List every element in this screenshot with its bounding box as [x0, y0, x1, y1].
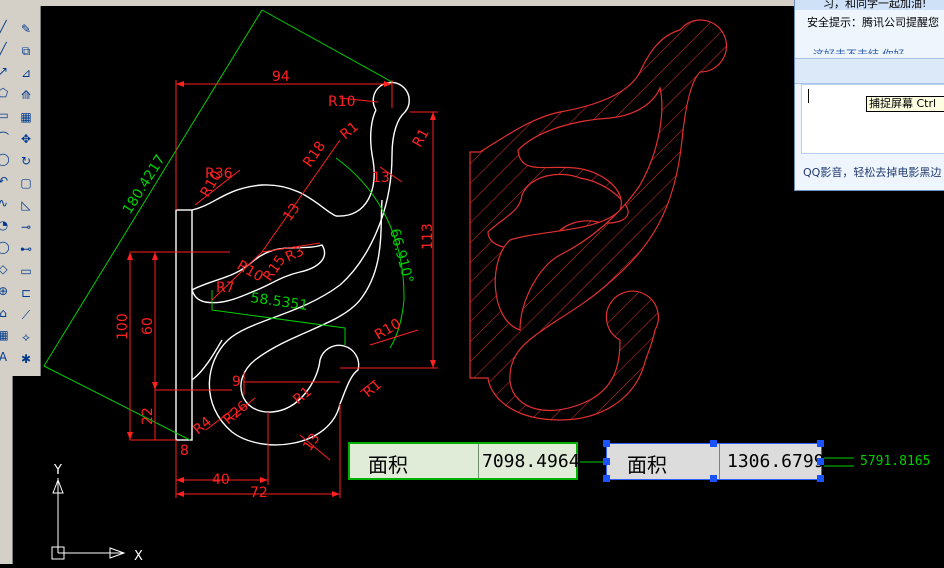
dim-100: 100	[115, 313, 131, 340]
dim-40: 40	[212, 472, 230, 488]
draw-tool-2-icon[interactable]: ↗	[0, 62, 10, 80]
grip-handle[interactable]	[603, 440, 610, 447]
grip-handle[interactable]	[817, 458, 824, 465]
area-value-1: 7098.4964	[482, 451, 580, 472]
grip-handle[interactable]	[817, 440, 824, 447]
area-label-2: 面积	[627, 453, 667, 477]
break-icon[interactable]: ▭	[16, 262, 36, 280]
offset-icon[interactable]: ⟰	[16, 86, 36, 104]
screenshot-tooltip: 捕捉屏幕 Ctrl	[866, 96, 944, 112]
draw-tool-10-icon[interactable]: ◯	[0, 238, 10, 256]
dim-r7: R7	[216, 280, 235, 296]
ucs-x-label: X	[134, 549, 143, 564]
draw-tool-11-icon[interactable]: ◇	[0, 260, 10, 278]
area-label-1: 面积	[368, 453, 408, 477]
area-field-1[interactable]: 面积 7098.4964	[348, 442, 580, 480]
qq-ad-footer[interactable]: QQ影音，轻松去掉电影黑边	[803, 164, 941, 180]
qq-message-line: 习，和同学一起加油!	[823, 0, 927, 10]
dim-13-top: 13	[372, 170, 390, 186]
grip-handle[interactable]	[710, 475, 717, 482]
extend-icon[interactable]: ⊷	[16, 240, 36, 258]
stretch-icon[interactable]: ◺	[16, 196, 36, 214]
draw-tool-15-icon[interactable]: A	[0, 348, 10, 366]
grip-handle[interactable]	[817, 475, 824, 482]
dim-13-low: 13	[300, 431, 323, 455]
dim-r1-right: R1	[410, 126, 433, 150]
fillet-icon[interactable]: ⟡	[16, 328, 36, 346]
ucs-y-label: Y	[53, 463, 62, 478]
draw-tool-3-icon[interactable]: ⬠	[0, 84, 10, 102]
rotate-icon[interactable]: ↻	[16, 152, 36, 170]
draw-tool-7-icon[interactable]: ↶	[0, 172, 10, 190]
draw-tool-5-icon[interactable]: ⌒	[0, 128, 10, 146]
qq-input-box[interactable]	[801, 84, 944, 154]
draw-tool-6-icon[interactable]: ◯	[0, 150, 10, 168]
copy-icon[interactable]: ⧉	[16, 42, 36, 60]
dim-r1-low2: R1	[360, 377, 385, 401]
dim-aligned: 180.4217	[120, 152, 169, 217]
dim-r10-top: R10	[328, 94, 356, 110]
trim-icon[interactable]: ⊸	[16, 218, 36, 236]
dim-text: 94 R10 R1 R1 R18 13 13 113 R36 R10 R3 R1…	[115, 69, 436, 501]
dim-94: 94	[272, 69, 290, 85]
dim-113: 113	[420, 223, 436, 250]
dim-8: 8	[180, 443, 189, 459]
dim-9: 9	[232, 374, 241, 390]
result-value[interactable]: 5791.8165	[860, 454, 930, 469]
dim-22: 22	[140, 407, 156, 425]
grip-handle[interactable]	[710, 440, 717, 447]
green-dimensions	[43, 9, 405, 441]
draw-tool-1-icon[interactable]: ╱	[0, 40, 10, 58]
dim-r18: R18	[300, 139, 329, 171]
dim-72: 72	[250, 485, 268, 501]
erase-icon[interactable]: ✎	[16, 20, 36, 38]
qq-security-tip: 安全提示：腾讯公司提醒您	[807, 16, 939, 29]
dim-r4: R4	[190, 414, 215, 438]
draw-tool-4-icon[interactable]: ▭	[0, 106, 10, 124]
qq-info-line: 这好去不去结 你好	[813, 46, 905, 54]
grip-handle[interactable]	[603, 458, 610, 465]
chamfer-icon[interactable]: ⟋	[16, 306, 36, 324]
hatched-hook	[469, 19, 728, 421]
draw-tool-8-icon[interactable]: ∿	[0, 194, 10, 212]
draw-tool-9-icon[interactable]: ◔	[0, 216, 10, 234]
mirror-icon[interactable]: ⊿	[16, 64, 36, 82]
draw-tool-14-icon[interactable]: ▦	[0, 326, 10, 344]
explode-icon[interactable]: ✱	[16, 350, 36, 368]
break-at-point-icon[interactable]: ⊏	[16, 284, 36, 302]
draw-tool-0-icon[interactable]: ╱	[0, 18, 10, 36]
dim-r1-top: R1	[337, 119, 362, 143]
dim-60: 60	[140, 317, 156, 335]
scale-icon[interactable]: ▢	[16, 174, 36, 192]
dim-r10-mid: R10	[234, 258, 266, 286]
dim-58: 58.5351	[249, 290, 309, 314]
draw-tool-12-icon[interactable]: ⊕	[0, 282, 10, 300]
draw-tool-13-icon[interactable]: ⌂	[0, 304, 10, 322]
modify-toolbar: ✎ ⧉ ⊿ ⟰ ▦ ✥ ↻ ▢ ◺ ⊸ ⊷ ▭ ⊏ ⟋ ⟡ ✱	[12, 6, 41, 376]
area-value-2: 1306.6799	[727, 451, 825, 472]
move-icon[interactable]: ✥	[16, 130, 36, 148]
ucs-icon	[51, 478, 126, 560]
dim-angle: 66.910°	[386, 227, 416, 285]
array-icon[interactable]: ▦	[16, 108, 36, 126]
grip-handle[interactable]	[603, 475, 610, 482]
